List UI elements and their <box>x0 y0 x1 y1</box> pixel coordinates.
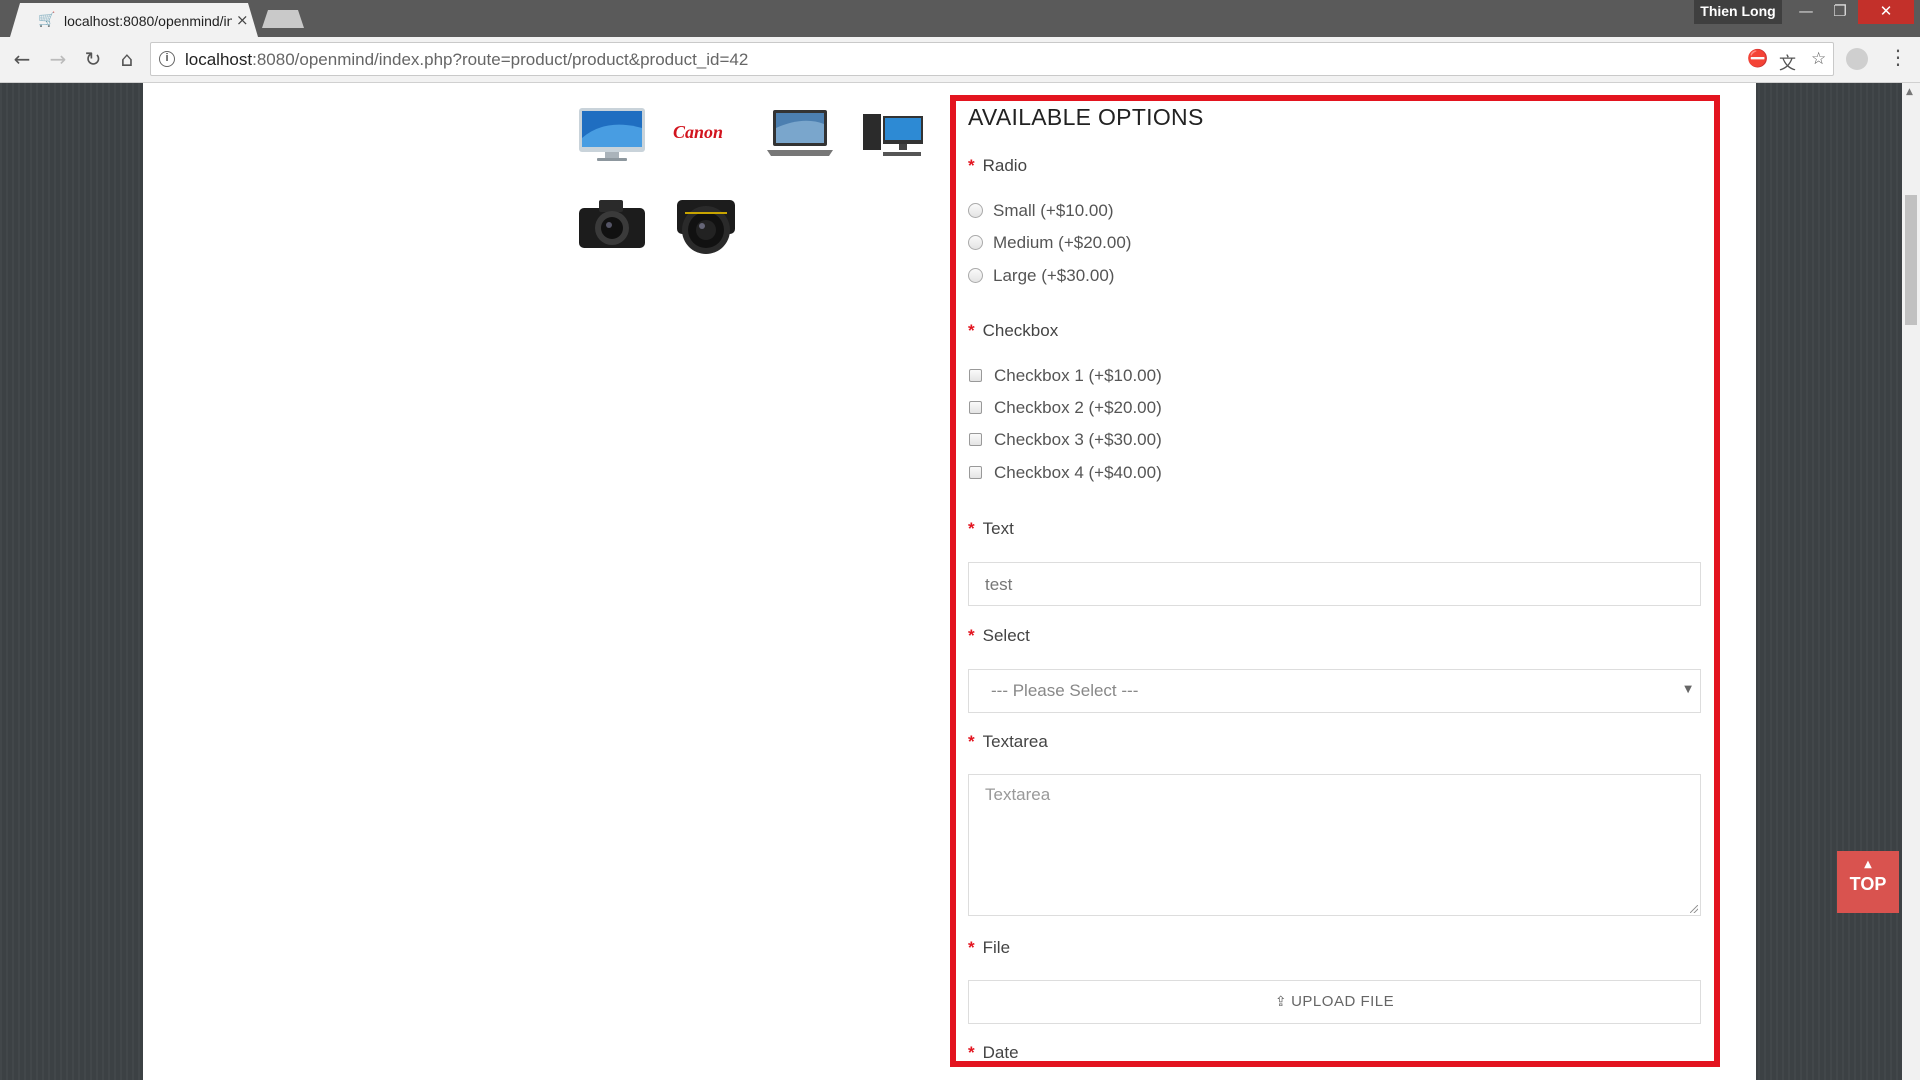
select-label: * Select <box>968 626 1030 646</box>
checkbox-option-2[interactable]: Checkbox 2 (+$20.00) <box>968 398 1162 420</box>
radio-option-label: Small (+$10.00) <box>993 201 1114 220</box>
monitor-thumbnail[interactable] <box>575 98 649 168</box>
page-scrollbar[interactable]: ▲ <box>1902 83 1920 1080</box>
profile-button[interactable]: Thien Long <box>1694 0 1782 24</box>
product-thumbnails: Canon <box>575 98 955 278</box>
text-input[interactable]: test <box>968 562 1701 606</box>
radio-option-large[interactable]: Large (+$30.00) <box>968 266 1114 288</box>
textarea-label: * Textarea <box>968 732 1048 752</box>
text-label-text: Text <box>982 519 1014 538</box>
checkbox-option-label: Checkbox 4 (+$40.00) <box>994 463 1162 482</box>
laptop-thumbnail[interactable] <box>763 98 837 168</box>
scroll-up-arrow-icon[interactable]: ▲ <box>1906 87 1913 97</box>
options-heading: AVAILABLE OPTIONS <box>968 104 1204 130</box>
checkbox-option-3[interactable]: Checkbox 3 (+$30.00) <box>968 430 1162 452</box>
checkbox-label: * Checkbox <box>968 321 1058 341</box>
textarea-label-text: Textarea <box>982 732 1048 751</box>
checkbox-option-1[interactable]: Checkbox 1 (+$10.00) <box>968 366 1162 388</box>
browser-titlebar: 🛒 localhost:8080/openmind/index.php?rout… <box>0 0 1920 37</box>
browser-menu-icon[interactable]: ⋮ <box>1888 45 1908 69</box>
radio-option-small[interactable]: Small (+$10.00) <box>968 201 1113 223</box>
page-container: Canon AVAILABLE OPTIONS * Radio Small (+… <box>143 83 1756 1080</box>
url-text[interactable]: localhost:8080/openmind/index.php?route=… <box>185 50 748 70</box>
checkbox[interactable] <box>969 369 982 382</box>
desktop-thumbnail[interactable] <box>857 98 931 168</box>
chevron-down-icon: ▼ <box>1684 684 1692 695</box>
url-host: localhost <box>185 50 253 69</box>
checkbox-option-label: Checkbox 1 (+$10.00) <box>994 366 1162 385</box>
radio-label-text: Radio <box>982 156 1028 175</box>
canon-logo-thumbnail[interactable]: Canon <box>669 98 743 168</box>
required-mark: * <box>968 1043 975 1062</box>
radio-button[interactable] <box>968 203 983 218</box>
radio-option-label: Medium (+$20.00) <box>993 233 1132 252</box>
date-label: * Date <box>968 1043 1019 1063</box>
minimize-button[interactable]: — <box>1790 0 1822 24</box>
camera-thumbnail-1[interactable] <box>575 190 649 260</box>
tab-close-icon[interactable]: × <box>236 11 249 29</box>
radio-option-medium[interactable]: Medium (+$20.00) <box>968 233 1131 255</box>
available-options-panel: AVAILABLE OPTIONS * Radio Small (+$10.00)… <box>950 95 1720 1067</box>
back-button[interactable]: ← <box>8 45 36 73</box>
select-value: --- Please Select --- <box>991 681 1139 700</box>
required-mark: * <box>968 938 975 957</box>
checkbox-option-label: Checkbox 3 (+$30.00) <box>994 430 1162 449</box>
radio-option-label: Large (+$30.00) <box>993 266 1115 285</box>
upload-file-label: UPLOAD FILE <box>1291 993 1395 1010</box>
radio-button[interactable] <box>968 268 983 283</box>
select-label-text: Select <box>982 626 1030 645</box>
upload-icon: ⇪ <box>1274 994 1288 1010</box>
textarea-input[interactable]: Textarea <box>968 774 1701 916</box>
home-button[interactable]: ⌂ <box>113 45 141 73</box>
checkbox-option-label: Checkbox 2 (+$20.00) <box>994 398 1162 417</box>
page-viewport: Canon AVAILABLE OPTIONS * Radio Small (+… <box>0 83 1902 1080</box>
back-to-top-button[interactable]: ▲ TOP <box>1837 851 1899 913</box>
radio-label: * Radio <box>968 156 1027 176</box>
close-window-button[interactable]: ✕ <box>1858 0 1914 24</box>
url-path: :8080/openmind/index.php?route=product/p… <box>252 50 749 69</box>
browser-tab[interactable]: 🛒 localhost:8080/openmind/index.php?rout… <box>10 3 258 37</box>
checkbox[interactable] <box>969 401 982 414</box>
translate-icon[interactable]: 文 <box>1779 49 1796 74</box>
required-mark: * <box>968 732 975 751</box>
canon-logo: Canon <box>673 122 724 142</box>
cookie-blocked-icon[interactable]: ⛔ <box>1747 49 1768 69</box>
back-to-top-label: TOP <box>1849 874 1887 894</box>
site-info-icon[interactable]: i <box>159 51 175 67</box>
required-mark: * <box>968 156 975 175</box>
address-bar[interactable]: i localhost:8080/openmind/index.php?rout… <box>150 42 1834 76</box>
extension-icon[interactable] <box>1846 48 1868 70</box>
checkbox-option-4[interactable]: Checkbox 4 (+$40.00) <box>968 463 1162 485</box>
forward-button[interactable]: → <box>44 45 72 73</box>
required-mark: * <box>968 321 975 340</box>
checkbox-label-text: Checkbox <box>982 321 1059 340</box>
file-label-text: File <box>982 938 1011 957</box>
date-label-text: Date <box>982 1043 1019 1062</box>
cart-favicon-icon: 🛒 <box>38 12 56 28</box>
tab-title: localhost:8080/openmind/index.php?route=… <box>64 13 232 29</box>
reload-button[interactable]: ↻ <box>79 45 107 73</box>
scrollbar-thumb[interactable] <box>1905 195 1917 325</box>
textarea-placeholder: Textarea <box>985 785 1051 804</box>
checkbox[interactable] <box>969 433 982 446</box>
maximize-button[interactable]: ❐ <box>1824 0 1856 24</box>
camera-thumbnail-2[interactable] <box>669 190 743 260</box>
checkbox[interactable] <box>969 466 982 479</box>
required-mark: * <box>968 519 975 538</box>
upload-file-button[interactable]: ⇪ UPLOAD FILE <box>968 980 1701 1024</box>
select-dropdown[interactable]: --- Please Select --- ▼ <box>968 669 1701 713</box>
resize-grip-icon[interactable] <box>1690 905 1698 913</box>
text-label: * Text <box>968 519 1014 539</box>
file-label: * File <box>968 938 1010 958</box>
radio-button[interactable] <box>968 235 983 250</box>
arrow-up-icon: ▲ <box>1864 859 1872 870</box>
new-tab-button[interactable] <box>262 10 304 28</box>
required-mark: * <box>968 626 975 645</box>
browser-toolbar: ← → ↻ ⌂ i localhost:8080/openmind/index.… <box>0 37 1920 83</box>
star-icon[interactable]: ☆ <box>1811 49 1826 69</box>
